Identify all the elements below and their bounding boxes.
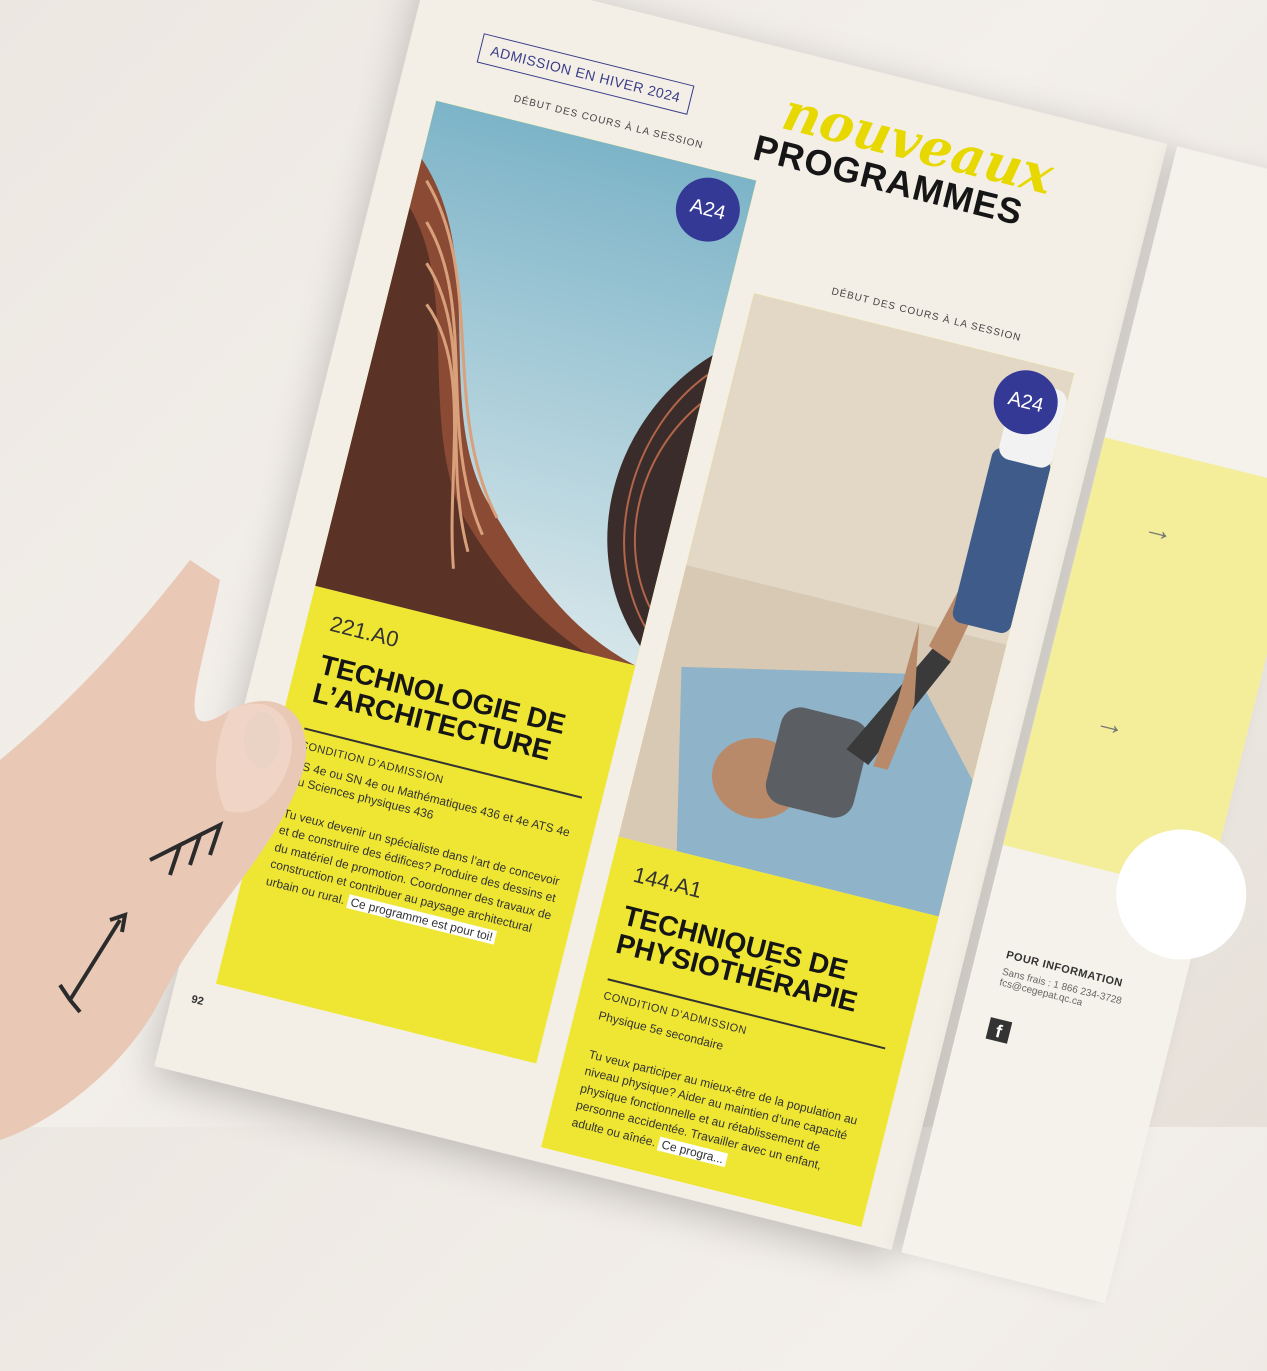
facebook-icon: f xyxy=(985,1017,1013,1044)
program-code: 221.A0 xyxy=(327,611,402,653)
program-code: 144.A1 xyxy=(630,861,705,903)
admission-badge: ADMISSION EN HIVER 2024 xyxy=(476,33,695,115)
hand-photo xyxy=(0,560,307,1140)
